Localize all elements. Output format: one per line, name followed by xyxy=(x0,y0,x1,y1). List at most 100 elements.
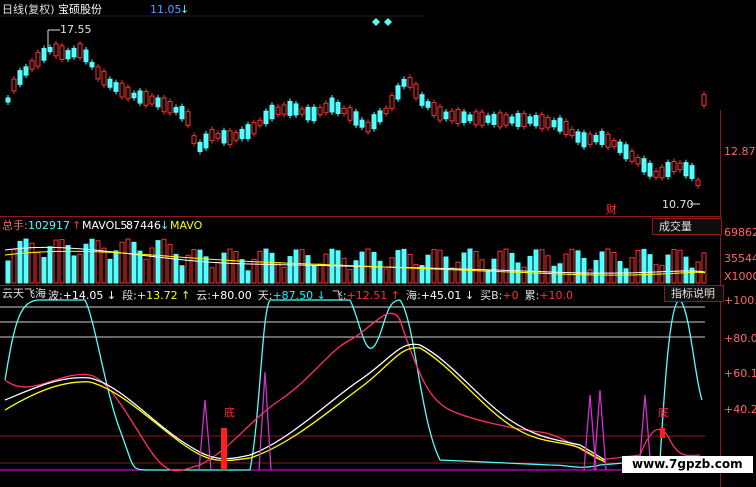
volume-bar xyxy=(101,247,107,284)
candle-body xyxy=(665,162,671,177)
candle-body xyxy=(23,66,29,76)
candle-body xyxy=(227,130,233,145)
volume-bar xyxy=(527,255,533,284)
indicator-item: 波:+14.05 ↓ xyxy=(48,289,116,302)
candle-body xyxy=(185,111,191,126)
volume-bar xyxy=(371,251,377,284)
candle-body xyxy=(287,100,293,116)
volume-bar xyxy=(689,267,695,284)
candle-body xyxy=(317,106,323,116)
candle-body xyxy=(59,45,65,61)
volume-total-value: 102917 xyxy=(28,219,70,232)
candle-body xyxy=(239,128,245,140)
candle-body xyxy=(629,150,635,162)
finance-marker[interactable]: 财 xyxy=(606,203,617,216)
candle-body xyxy=(443,111,449,120)
indicator-item-value: +14.05 ↓ xyxy=(62,289,117,302)
candle-body xyxy=(155,97,161,108)
candle-body xyxy=(233,132,239,141)
candle-body xyxy=(641,158,647,173)
volume-dropdown[interactable]: 成交量 xyxy=(652,218,722,235)
candle-body xyxy=(245,124,251,140)
candle-body xyxy=(419,94,425,106)
candle-body xyxy=(119,82,125,98)
volume-bar xyxy=(287,256,293,284)
candle-body xyxy=(533,115,539,127)
candle-body xyxy=(623,144,629,160)
volume-bar xyxy=(119,241,125,284)
volume-bar xyxy=(347,269,353,284)
low-price-label: 10.70 xyxy=(662,198,694,211)
volume-bar xyxy=(485,270,491,284)
candle-body xyxy=(197,141,203,153)
candle-body xyxy=(521,112,527,128)
volume-bar xyxy=(623,268,629,284)
volume-bar xyxy=(191,249,197,284)
volume-bar xyxy=(275,262,281,284)
volume-bar xyxy=(569,248,575,284)
candle-body xyxy=(449,110,455,122)
candle-body xyxy=(299,108,305,115)
indicator-item-value: +10.0 xyxy=(539,289,574,302)
candle-body xyxy=(41,48,47,61)
volume-bar xyxy=(59,239,65,284)
volume-total-arrow-icon: ↑ xyxy=(72,219,82,232)
volume-bar xyxy=(131,241,137,284)
candle-body xyxy=(701,94,707,106)
indicator-item: 云:+80.00 xyxy=(196,289,251,302)
volume-bar xyxy=(251,258,257,284)
candle-body xyxy=(191,135,197,144)
indicator-item-label: 累: xyxy=(524,289,540,302)
candle-body xyxy=(47,47,53,53)
volume-bar xyxy=(473,251,479,284)
candle-body xyxy=(503,114,509,126)
volume-bar xyxy=(71,255,77,284)
volume-bar xyxy=(107,258,113,284)
volume-bar xyxy=(113,250,119,284)
volume-bar xyxy=(83,243,89,284)
candle-body xyxy=(11,78,17,92)
candle-body xyxy=(209,128,215,142)
volume-bar xyxy=(563,253,569,284)
bottom-signal-label-2: 底 xyxy=(658,406,669,419)
indicator-help-button[interactable]: 指标说明 xyxy=(664,285,724,302)
volume-bar xyxy=(155,240,161,284)
volume-bar xyxy=(203,256,209,284)
candle-body xyxy=(173,107,179,113)
volume-bar xyxy=(281,266,287,284)
candle-body xyxy=(587,133,593,145)
candle-body xyxy=(491,113,497,125)
volume-bar xyxy=(185,254,191,284)
high-price-label: 17.55 xyxy=(60,23,92,36)
volume-bar xyxy=(95,240,101,284)
candle-body xyxy=(671,161,677,172)
candle-body xyxy=(563,120,569,136)
volume-bar xyxy=(257,250,263,284)
period-label[interactable]: 日线(复权) xyxy=(2,3,55,16)
volume-bar xyxy=(683,256,689,284)
bottom-signal-label: 底 xyxy=(224,406,235,419)
volume-bar xyxy=(227,248,233,284)
candle-body xyxy=(581,132,587,148)
candle-body xyxy=(461,111,467,123)
volume-bar xyxy=(77,253,83,284)
mavol5-label: MAVOL5: xyxy=(82,219,132,232)
candle-body xyxy=(305,106,311,121)
indicator-item-value: +45.01 ↓ xyxy=(420,289,475,302)
candle-body xyxy=(677,162,683,171)
candle-body xyxy=(29,60,35,70)
volume-bar xyxy=(293,249,299,284)
candle-body xyxy=(401,78,407,87)
candle-body xyxy=(89,61,95,68)
volume-bar xyxy=(143,258,149,284)
volume-bar xyxy=(521,266,527,284)
indicator-axis-40: +40.28 xyxy=(724,403,756,416)
candle-body xyxy=(473,111,479,126)
candle-body xyxy=(257,119,263,126)
candle-body xyxy=(407,77,413,88)
candle-body xyxy=(413,83,419,99)
candle-body xyxy=(527,116,533,124)
volume-bar xyxy=(149,247,155,284)
volume-bar xyxy=(17,240,23,284)
candle-body xyxy=(635,157,641,165)
